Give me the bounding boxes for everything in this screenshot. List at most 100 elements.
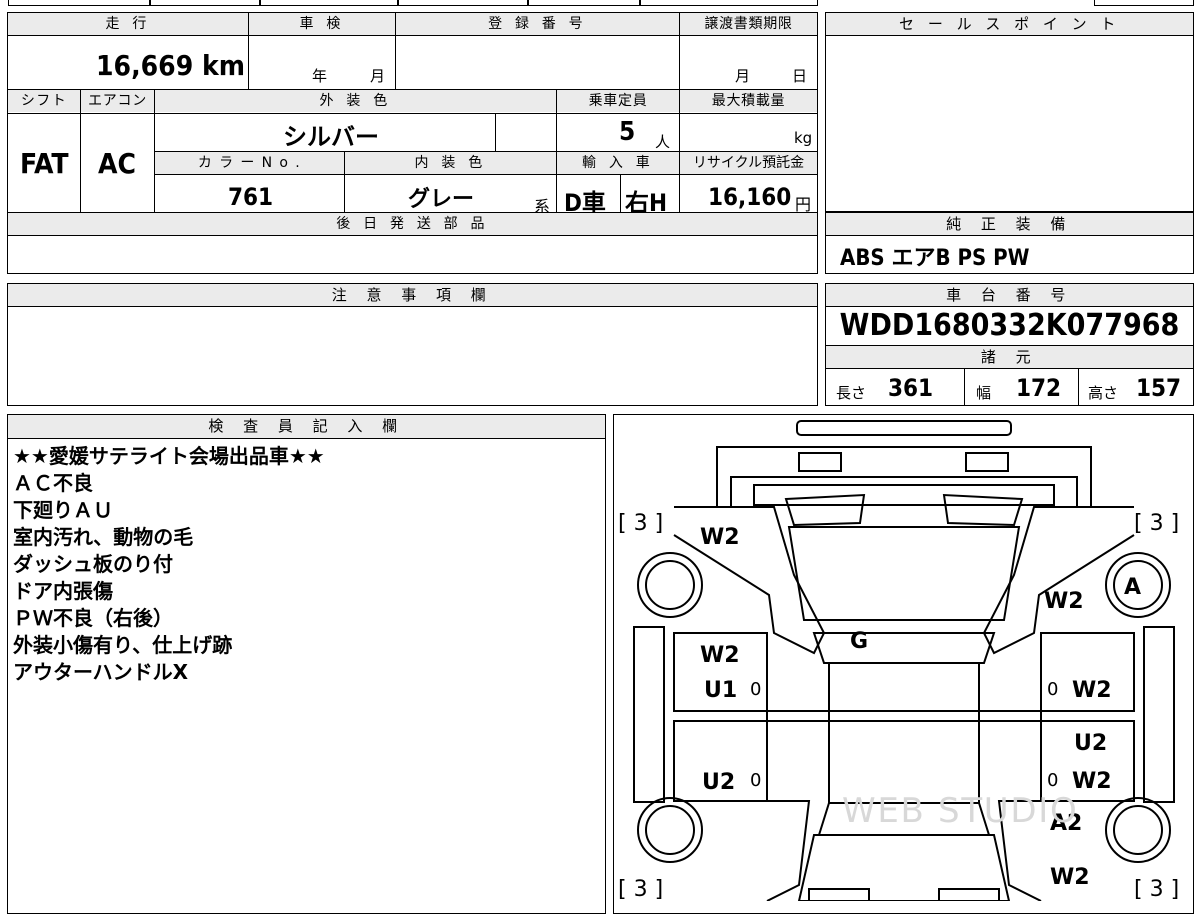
- door-rr-zero: 0: [1047, 770, 1059, 791]
- tire-rear-left: [ 3 ]: [618, 877, 664, 902]
- damage-diagram-box: [ 3 ] [ 3 ] [ 3 ] [ 3 ] W2 W2 A G W2 U1 …: [613, 414, 1194, 914]
- equipment-box: 純 正 装 備 ABS エアB PS PW: [825, 212, 1194, 274]
- divider: [248, 13, 249, 90]
- divider: [80, 90, 81, 213]
- tire-front-right: [ 3 ]: [1134, 511, 1180, 536]
- sales-point-box: セ ー ル ス ポ イ ン ト: [825, 12, 1194, 212]
- damage-door-fl-2: U1: [704, 678, 738, 703]
- remark-line: 外装小傷有り、仕上げ跡: [13, 633, 233, 657]
- damage-fender-fl: W2: [700, 525, 740, 550]
- top-stub: [528, 0, 640, 6]
- top-stub: [260, 0, 398, 6]
- height-label: 高さ: [1088, 384, 1119, 402]
- divider: [679, 13, 680, 213]
- damage-fender-fr: W2: [1044, 589, 1084, 614]
- remark-line: ドア内張傷: [13, 579, 113, 603]
- remark-line: ＡＣ不良: [13, 471, 93, 495]
- remark-line: アウターハンドルX: [13, 660, 189, 684]
- door-fr-zero: 0: [1047, 679, 1059, 700]
- shift-value: FAT: [20, 147, 69, 180]
- notes-label: 注 意 事 項 欄: [8, 284, 817, 307]
- divider: [964, 369, 965, 405]
- divider: [495, 114, 496, 152]
- remark-line: ダッシュ板のり付: [13, 552, 173, 576]
- divider: [8, 235, 817, 236]
- width-label: 幅: [976, 384, 992, 402]
- damage-door-fr: W2: [1072, 678, 1112, 703]
- top-stub: [8, 0, 150, 6]
- import-label: 輸 入 車: [557, 152, 679, 174]
- max-load-unit: kg: [794, 129, 813, 147]
- remark-line: ＰＷ不良（右後）: [13, 606, 173, 630]
- inspector-remarks: ★★愛媛サテライト会場出品車★★ ＡＣ不良 下廻りＡＵ 室内汚れ、動物の毛 ダッ…: [13, 443, 325, 686]
- divider: [155, 174, 817, 175]
- later-parts-label: 後 日 発 送 部 品: [8, 213, 817, 235]
- tire-front-left: [ 3 ]: [618, 511, 664, 536]
- aircon-value: AC: [98, 147, 136, 180]
- exterior-color-value: シルバー: [283, 123, 379, 151]
- remark-line: 下廻りＡＵ: [13, 498, 113, 522]
- watermark: WEB STUDIO: [842, 791, 1079, 831]
- top-stub: [398, 0, 528, 6]
- capacity-unit: 人: [655, 133, 671, 151]
- shift-label: シフト: [8, 90, 80, 112]
- width-value: 172: [1016, 374, 1062, 402]
- inspection-year: 年: [312, 67, 328, 85]
- chassis-box: 車 台 番 号 WDD1680332K077968 諸 元 長さ 361 幅 1…: [825, 283, 1194, 406]
- interior-color-value: グレー: [408, 187, 475, 212]
- color-number-label: カ ラ ー N o .: [155, 152, 344, 174]
- interior-color-label: 内 装 色: [345, 152, 556, 174]
- top-stub: [1094, 0, 1194, 6]
- damage-wheel-fr: A: [1124, 575, 1142, 600]
- chassis-number-value: WDD1680332K077968: [839, 308, 1180, 343]
- inspector-label: 検 査 員 記 入 欄: [8, 415, 605, 439]
- top-stub: [150, 0, 260, 6]
- damage-door-rr-1: U2: [1074, 731, 1108, 756]
- registration-label: 登 録 番 号: [396, 13, 679, 35]
- door-fl-zero: 0: [750, 679, 762, 700]
- length-label: 長さ: [836, 384, 867, 402]
- damage-door-fl-1: W2: [700, 643, 740, 668]
- capacity-label: 乗車定員: [557, 90, 679, 112]
- recycle-deposit-label: リサイクル預託金: [680, 152, 817, 174]
- transfer-day: 日: [792, 67, 808, 85]
- specs-label: 諸 元: [826, 345, 1193, 369]
- divider: [556, 90, 557, 213]
- divider: [8, 35, 817, 36]
- capacity-value: 5: [619, 117, 636, 147]
- divider: [344, 152, 345, 213]
- equipment-value: ABS エアB PS PW: [840, 246, 1030, 271]
- notes-box: 注 意 事 項 欄: [7, 283, 818, 406]
- transfer-deadline-label: 譲渡書類期限: [680, 13, 817, 35]
- remark-line: 室内汚れ、動物の毛: [13, 525, 194, 549]
- max-load-label: 最大積載量: [680, 90, 817, 112]
- recycle-deposit-value: 16,160: [708, 183, 792, 211]
- divider: [154, 90, 155, 213]
- top-stub: [640, 0, 818, 6]
- divider: [8, 113, 817, 114]
- aircon-label: エアコン: [81, 90, 154, 112]
- equipment-label: 純 正 装 備: [826, 213, 1193, 236]
- tire-rear-right: [ 3 ]: [1134, 877, 1180, 902]
- height-value: 157: [1136, 374, 1182, 402]
- mileage-value: 16,669 km: [96, 49, 245, 82]
- vehicle-info-grid: 走 行 車 検 登 録 番 号 譲渡書類期限 16,669 km 年 月 月 日…: [7, 12, 818, 274]
- inspection-month: 月: [370, 67, 386, 85]
- mileage-label: 走 行: [8, 13, 248, 35]
- inspector-box: 検 査 員 記 入 欄 ★★愛媛サテライト会場出品車★★ ＡＣ不良 下廻りＡＵ …: [7, 414, 606, 914]
- damage-rear-right: W2: [1050, 865, 1090, 890]
- divider: [395, 13, 396, 90]
- inspection-label: 車 検: [249, 13, 395, 35]
- exterior-color-label: 外 装 色: [155, 90, 556, 112]
- color-number-value: 761: [228, 183, 274, 211]
- damage-door-rl: U2: [702, 770, 736, 795]
- divider: [620, 175, 621, 213]
- transfer-month: 月: [735, 67, 751, 85]
- door-rl-zero: 0: [750, 770, 762, 791]
- sales-point-label: セ ー ル ス ポ イ ン ト: [826, 13, 1193, 36]
- length-value: 361: [888, 374, 934, 402]
- remark-line: ★★愛媛サテライト会場出品車★★: [13, 444, 325, 468]
- divider: [1078, 369, 1079, 405]
- chassis-number-label: 車 台 番 号: [826, 284, 1193, 307]
- damage-windshield: G: [850, 629, 869, 654]
